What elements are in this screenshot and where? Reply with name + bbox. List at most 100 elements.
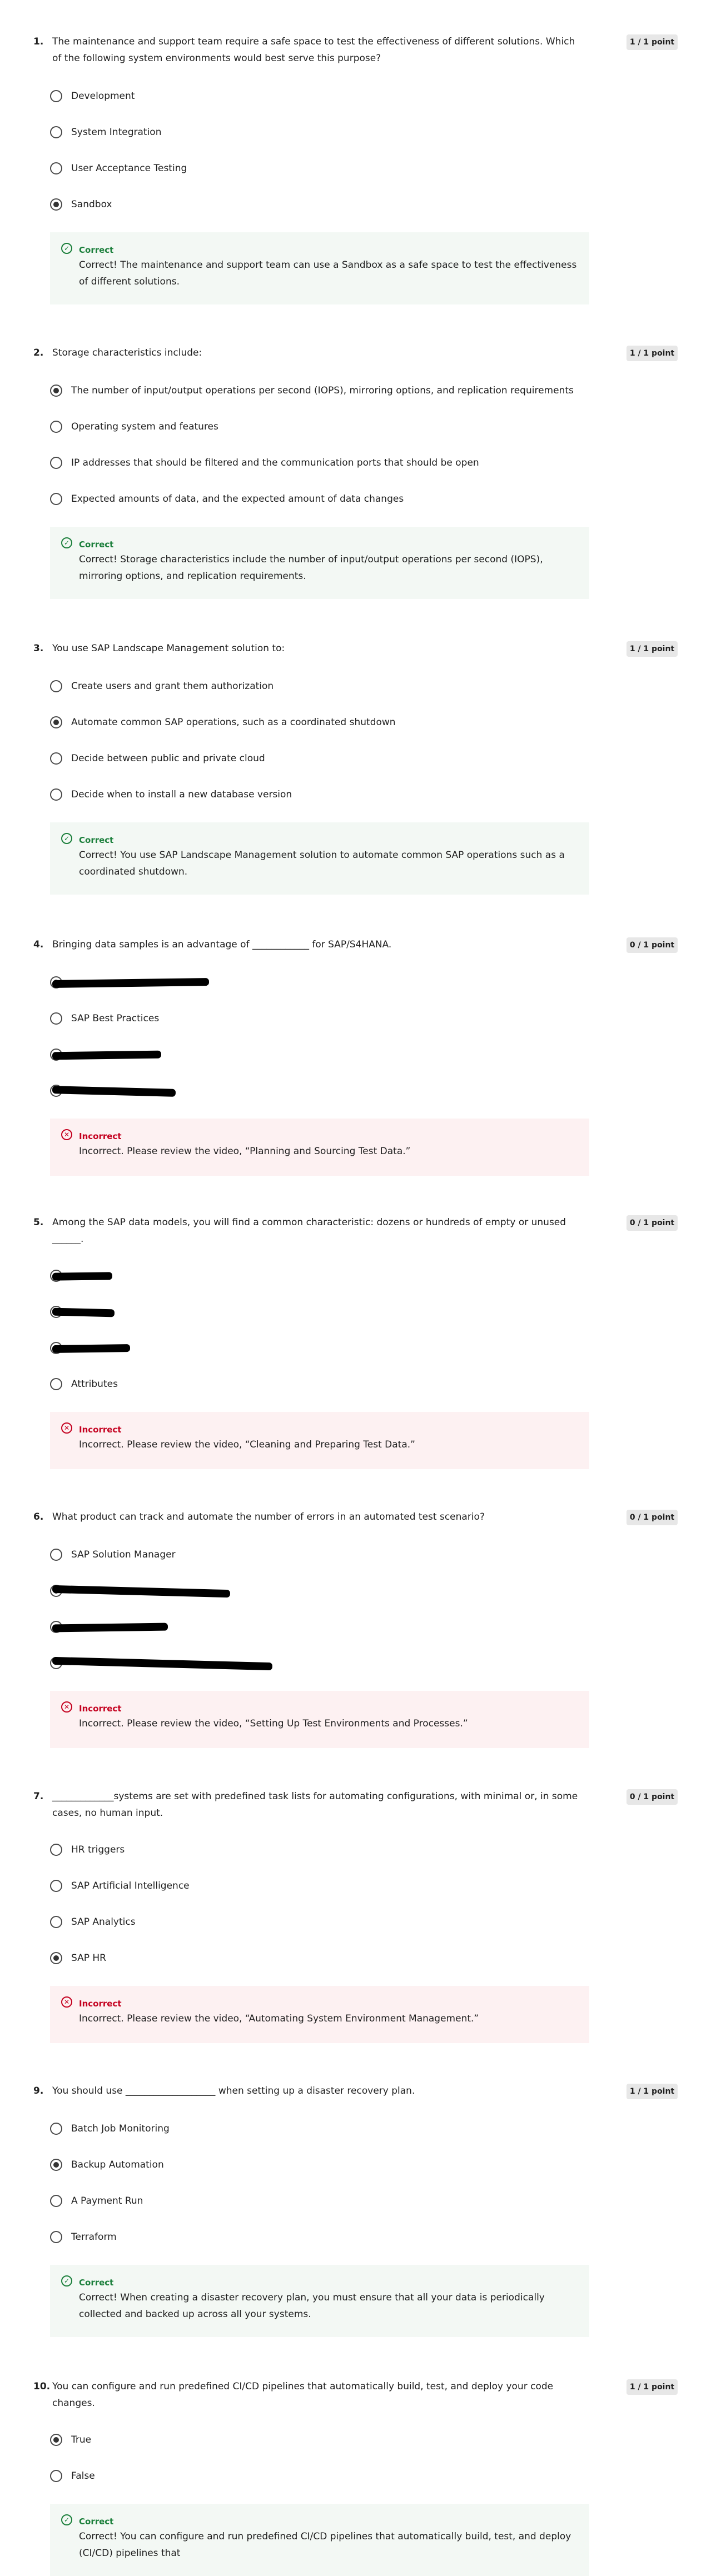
answer-option[interactable]: Development: [50, 89, 606, 107]
answer-option[interactable]: SAP Best Practices: [50, 1011, 606, 1029]
answer-option-label: The number of input/output operations pe…: [71, 385, 574, 396]
answer-option[interactable]: A Payment Run: [50, 2194, 606, 2211]
answer-option[interactable]: Expected amounts of data, and the expect…: [50, 492, 606, 510]
answer-option[interactable]: [50, 1269, 606, 1286]
answer-option[interactable]: SAP HR: [50, 1951, 606, 1969]
answer-option[interactable]: [50, 1620, 606, 1638]
answer-option[interactable]: Sandbox: [50, 197, 606, 215]
answer-option-label: Terraform: [71, 2231, 117, 2243]
answer-option-label: Attributes: [71, 1379, 118, 1390]
answer-option[interactable]: [50, 1656, 606, 1674]
question-text: What product can track and automate the …: [52, 1511, 485, 1522]
answer-option[interactable]: Attributes: [50, 1377, 606, 1395]
answer-option-label: SAP Solution Manager: [71, 1549, 176, 1560]
feedback-text: Correct! You use SAP Landscape Managemen…: [79, 850, 565, 877]
answer-option[interactable]: Decide between public and private cloud: [50, 751, 606, 769]
radio-unselected[interactable]: [50, 1549, 62, 1561]
redaction-mark: [52, 1272, 113, 1281]
question-text: Among the SAP data models, you will find…: [52, 1217, 566, 1245]
answer-option[interactable]: True: [50, 2433, 606, 2450]
answer-option[interactable]: Backup Automation: [50, 2158, 606, 2175]
radio-unselected[interactable]: [50, 493, 62, 505]
points-badge: 1 / 1 point: [626, 346, 678, 361]
feedback-title: Incorrect: [79, 1425, 122, 1435]
question-text: You should use ___________________ when …: [52, 2085, 415, 2096]
radio-unselected[interactable]: [50, 2195, 62, 2207]
feedback-text: Correct! The maintenance and support tea…: [79, 259, 577, 287]
answer-option[interactable]: Decide when to install a new database ve…: [50, 787, 606, 805]
radio-unselected[interactable]: [50, 1880, 62, 1892]
feedback-title: Incorrect: [79, 1999, 122, 2009]
answer-option[interactable]: HR triggers: [50, 1843, 606, 1860]
radio-selected[interactable]: [50, 1952, 62, 1964]
question-text: You can configure and run predefined CI/…: [52, 2381, 554, 2409]
feedback-text: Incorrect. Please review the video, “Pla…: [79, 1146, 411, 1157]
radio-unselected[interactable]: [50, 1378, 62, 1390]
points-badge: 1 / 1 point: [626, 2379, 678, 2395]
check-circle-icon: ✓: [61, 537, 72, 548]
radio-unselected[interactable]: [50, 90, 62, 102]
answer-option-label: Automate common SAP operations, such as …: [71, 717, 396, 728]
points-badge: 0 / 1 point: [626, 1215, 678, 1231]
radio-unselected[interactable]: [50, 1844, 62, 1856]
answer-option-label: SAP HR: [71, 1953, 106, 1964]
radio-selected[interactable]: [50, 385, 62, 397]
redaction-mark: [52, 978, 210, 988]
quiz-results: 1. The maintenance and support team requi…: [0, 0, 726, 2576]
radio-unselected[interactable]: [50, 457, 62, 469]
question-text: You use SAP Landscape Management solutio…: [52, 643, 285, 654]
points-badge: 1 / 1 point: [626, 34, 678, 50]
question-text: _____________systems are set with predef…: [52, 1791, 578, 1819]
radio-selected[interactable]: [50, 198, 62, 211]
answer-option[interactable]: SAP Solution Manager: [50, 1547, 606, 1565]
answer-option[interactable]: SAP Artificial Intelligence: [50, 1879, 606, 1896]
answer-option[interactable]: False: [50, 2469, 606, 2487]
answer-option[interactable]: IP addresses that should be filtered and…: [50, 456, 606, 473]
answer-option[interactable]: User Acceptance Testing: [50, 161, 606, 179]
feedback-box: ✕ Incorrect Incorrect. Please review the v…: [50, 1412, 589, 1469]
feedback-box: ✓ Correct Correct! You can configure and r…: [50, 2504, 589, 2576]
radio-unselected[interactable]: [50, 788, 62, 801]
feedback-title: Correct: [79, 835, 114, 845]
feedback-title: Correct: [79, 2517, 114, 2527]
answer-option[interactable]: Terraform: [50, 2230, 606, 2248]
radio-selected[interactable]: [50, 2434, 62, 2446]
answer-option-label: Development: [71, 91, 135, 102]
answer-option[interactable]: [50, 1084, 606, 1101]
radio-unselected[interactable]: [50, 2231, 62, 2243]
answer-option-label: True: [71, 2434, 92, 2445]
answer-option[interactable]: [50, 1584, 606, 1601]
radio-unselected[interactable]: [50, 421, 62, 433]
radio-selected[interactable]: [50, 2159, 62, 2171]
check-circle-icon: ✓: [61, 833, 72, 844]
feedback-text: Correct! When creating a disaster recove…: [79, 2292, 545, 2320]
feedback-box: ✓ Correct Correct! You use SAP Landscape M…: [50, 822, 589, 895]
radio-selected[interactable]: [50, 716, 62, 728]
radio-unselected[interactable]: [50, 2470, 62, 2482]
answer-option[interactable]: System Integration: [50, 125, 606, 143]
answer-option[interactable]: [50, 1047, 606, 1065]
answer-option[interactable]: [50, 1341, 606, 1359]
answer-option-label: Decide when to install a new database ve…: [71, 789, 292, 800]
radio-unselected[interactable]: [50, 752, 62, 765]
question-number: 2.: [33, 347, 44, 358]
redaction-mark: [52, 1050, 162, 1060]
radio-unselected[interactable]: [50, 126, 62, 138]
radio-unselected[interactable]: [50, 1012, 62, 1025]
answer-option[interactable]: SAP Analytics: [50, 1915, 606, 1933]
answer-option[interactable]: The number of input/output operations pe…: [50, 383, 606, 401]
answer-option[interactable]: Automate common SAP operations, such as …: [50, 715, 606, 733]
answer-option[interactable]: Batch Job Monitoring: [50, 2121, 606, 2139]
radio-unselected[interactable]: [50, 2123, 62, 2135]
radio-unselected[interactable]: [50, 162, 62, 174]
feedback-box: ✕ Incorrect Incorrect. Please review the v…: [50, 1119, 589, 1176]
answer-option[interactable]: Create users and grant them authorizatio…: [50, 679, 606, 697]
answer-option[interactable]: [50, 975, 606, 993]
points-badge: 0 / 1 point: [626, 937, 678, 953]
answer-option-label: System Integration: [71, 127, 162, 138]
radio-unselected[interactable]: [50, 1916, 62, 1928]
radio-unselected[interactable]: [50, 680, 62, 692]
answer-option[interactable]: Operating system and features: [50, 420, 606, 437]
answer-option-label: Batch Job Monitoring: [71, 2123, 170, 2134]
answer-option[interactable]: [50, 1305, 606, 1322]
